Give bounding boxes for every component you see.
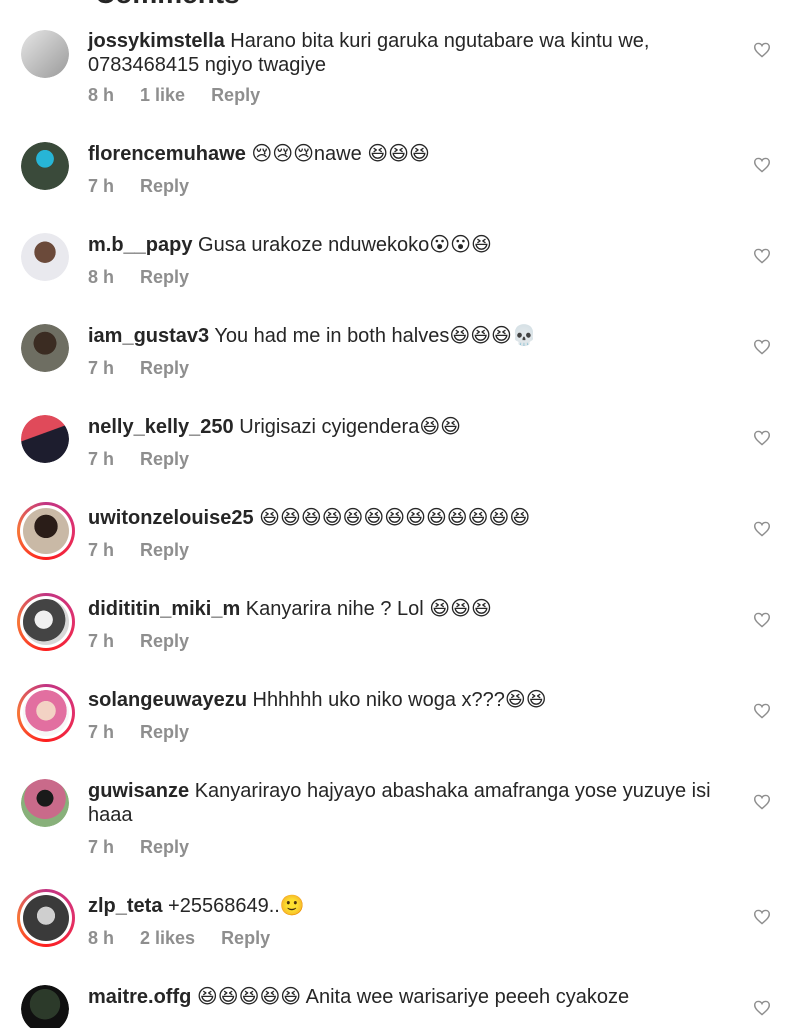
reply-button[interactable]: Reply xyxy=(140,631,189,651)
comment-username[interactable]: maitre.offg xyxy=(88,986,191,1008)
comment-time: 7 h xyxy=(88,449,115,469)
comment-text: Kanyarira nihe ? Lol 😆😆😆 xyxy=(240,598,492,620)
comment-username[interactable]: florencemuhawe xyxy=(88,143,246,165)
comment-username[interactable]: m.b__papy xyxy=(88,234,192,256)
back-arrow-icon[interactable] xyxy=(18,0,58,14)
page-title: Comments xyxy=(95,0,240,10)
comment-likes[interactable]: 1 like xyxy=(140,85,185,105)
header: Comments xyxy=(0,0,800,18)
comment-time: 8 h xyxy=(88,85,115,105)
heart-icon[interactable] xyxy=(753,339,771,355)
comment-text: 😆😆😆😆😆😆😆😆😆😆😆😆😆 xyxy=(253,507,531,529)
heart-icon[interactable] xyxy=(753,42,771,58)
comment-text: 😢😢😢nawe 😆😆😆 xyxy=(245,143,430,165)
heart-icon[interactable] xyxy=(753,909,771,925)
comment-text: Gusa urakoze nduwekoko😮😮😆 xyxy=(192,234,492,256)
reply-button[interactable]: Reply xyxy=(140,358,189,378)
comment-likes[interactable]: 2 likes xyxy=(140,928,195,948)
reply-button[interactable]: Reply xyxy=(140,722,189,742)
heart-icon[interactable] xyxy=(753,1000,771,1016)
avatar[interactable] xyxy=(21,30,69,78)
comment-username[interactable]: iam_gustav3 xyxy=(88,325,209,347)
reply-button[interactable]: Reply xyxy=(140,267,189,287)
comment-username[interactable]: nelly_kelly_250 xyxy=(88,416,234,438)
comment-username[interactable]: jossykimstella xyxy=(88,30,225,52)
avatar[interactable] xyxy=(21,779,69,827)
comment-text: You had me in both halves😆😆😆💀 xyxy=(209,325,537,347)
comment-time: 7 h xyxy=(88,358,115,378)
comment-text: Hhhhhh uko niko woga x???😆😆 xyxy=(246,689,547,711)
comment-time: 7 h xyxy=(88,540,115,560)
comment-username[interactable]: guwisanze xyxy=(88,780,189,802)
heart-icon[interactable] xyxy=(753,248,771,264)
comment-username[interactable]: didititin_miki_m xyxy=(88,598,240,620)
avatar[interactable] xyxy=(21,415,69,463)
avatar[interactable] xyxy=(17,889,75,947)
comment-username[interactable]: solangeuwayezu xyxy=(88,689,247,711)
heart-icon[interactable] xyxy=(753,612,771,628)
comment-time: 7 h xyxy=(88,837,115,857)
reply-button[interactable]: Reply xyxy=(140,837,189,857)
reply-button[interactable]: Reply xyxy=(140,449,189,469)
heart-icon[interactable] xyxy=(753,521,771,537)
heart-icon[interactable] xyxy=(753,703,771,719)
avatar[interactable] xyxy=(21,324,69,372)
heart-icon[interactable] xyxy=(753,430,771,446)
avatar[interactable] xyxy=(17,684,75,742)
comment-time: 8 h xyxy=(88,267,115,287)
reply-button[interactable]: Reply xyxy=(211,85,260,105)
comment-username[interactable]: zlp_teta xyxy=(88,895,162,917)
heart-icon[interactable] xyxy=(753,157,771,173)
avatar[interactable] xyxy=(21,142,69,190)
avatar[interactable] xyxy=(21,233,69,281)
avatar[interactable] xyxy=(21,985,69,1028)
reply-button[interactable]: Reply xyxy=(140,176,189,196)
comment-text: 😆😆😆😆😆 Anita wee warisariye peeeh cyakoze xyxy=(191,986,630,1008)
comment-text: Urigisazi cyigendera😆😆 xyxy=(233,416,462,438)
avatar[interactable] xyxy=(17,593,75,651)
heart-icon[interactable] xyxy=(753,794,771,810)
comment-time: 8 h xyxy=(88,928,115,948)
comment-time: 7 h xyxy=(88,631,115,651)
reply-button[interactable]: Reply xyxy=(140,540,189,560)
comment-time: 7 h xyxy=(88,176,115,196)
comment-time: 7 h xyxy=(88,722,115,742)
comment-username[interactable]: uwitonzelouise25 xyxy=(88,507,254,529)
reply-button[interactable]: Reply xyxy=(221,928,270,948)
avatar[interactable] xyxy=(17,502,75,560)
comment-text: +25568649..🙂 xyxy=(162,895,305,917)
send-icon[interactable] xyxy=(745,0,781,14)
